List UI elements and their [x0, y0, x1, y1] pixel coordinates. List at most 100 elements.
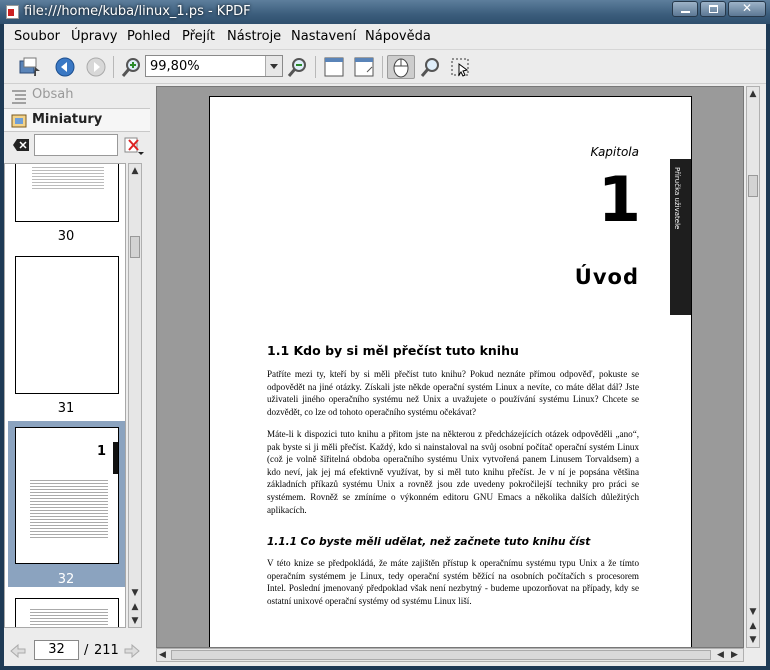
magnifier-icon	[420, 58, 439, 77]
menu-upravy[interactable]: Úpravy	[71, 29, 117, 44]
chapter-number: 1	[597, 163, 641, 236]
page-navigation-bar: 32 / 211	[4, 636, 150, 666]
selection-icon	[451, 58, 469, 77]
contents-icon	[12, 90, 26, 104]
thumbnail-page-31[interactable]	[15, 256, 119, 394]
tab-thumbnails-label: Miniatury	[32, 112, 103, 127]
thumbnail-filter-bar	[4, 132, 150, 160]
scroll-right-icon[interactable]: ▶	[731, 649, 738, 661]
fit-width-button[interactable]	[322, 55, 346, 79]
back-button[interactable]	[53, 55, 77, 79]
thumbnail-filter-input[interactable]	[34, 134, 118, 156]
tab-thumbnails[interactable]: Miniatury	[4, 108, 150, 132]
scroll-down-icon[interactable]: ▼	[747, 633, 759, 647]
thumbnail-text	[30, 480, 108, 540]
next-page-icon[interactable]	[124, 644, 140, 658]
page-separator: /	[84, 643, 89, 658]
subsection-heading: 1.1.1 Co byste měli udělat, než začnete …	[267, 536, 591, 548]
toolbar-separator	[382, 56, 383, 78]
scroll-left-icon[interactable]: ◀	[717, 649, 724, 661]
zoom-in-icon	[121, 58, 140, 77]
menu-pohled[interactable]: Pohled	[127, 29, 170, 44]
arrow-left-icon	[55, 57, 75, 77]
menu-soubor[interactable]: Soubor	[14, 29, 60, 44]
tab-contents[interactable]: Obsah	[4, 84, 150, 108]
menu-nastroje[interactable]: Nástroje	[227, 29, 281, 44]
scroll-thumb[interactable]	[748, 175, 758, 197]
thumbnail-page-32[interactable]: 1	[15, 427, 119, 564]
filter-options-icon[interactable]	[124, 136, 144, 156]
scroll-left-icon[interactable]: ◀	[159, 649, 166, 661]
chevron-down-icon[interactable]	[265, 56, 282, 76]
thumbnail-page-30[interactable]	[15, 164, 119, 222]
zoom-in-button[interactable]	[120, 55, 144, 79]
scroll-up-icon[interactable]: ▲	[129, 600, 141, 614]
thumbnail-page-number: 30	[57, 229, 75, 244]
open-file-icon	[19, 57, 40, 76]
kpdf-app-icon	[6, 5, 19, 19]
menu-nastaveni[interactable]: Nastavení	[291, 29, 356, 44]
close-button[interactable]: ✕	[728, 1, 766, 17]
toolbar-separator	[113, 56, 114, 78]
document-horizontal-scrollbar[interactable]: ◀ ◀ ▶	[156, 648, 744, 662]
previous-page-icon[interactable]	[10, 644, 26, 658]
scroll-up-icon[interactable]: ▲	[747, 619, 759, 633]
window-title: file:///home/kuba/linux_1.ps - KPDF	[24, 4, 251, 19]
chapter-title: Úvod	[574, 265, 639, 289]
menu-napoveda[interactable]: Nápověda	[365, 29, 431, 44]
document-page: Kapitola 1 Příručka uživatele Úvod 1.1 K…	[209, 96, 692, 647]
tab-contents-label: Obsah	[32, 87, 74, 102]
browse-tool-button[interactable]	[387, 55, 415, 79]
menu-prejit[interactable]: Přejít	[182, 29, 215, 44]
toolbar	[4, 50, 766, 84]
document-vertical-scrollbar[interactable]: ▲ ▼ ▲ ▼	[746, 86, 760, 648]
scroll-down-icon[interactable]: ▼	[747, 605, 759, 619]
zoom-tool-button[interactable]	[419, 55, 443, 79]
thumbnail-page-number: 31	[57, 401, 75, 416]
clear-filter-icon[interactable]	[12, 138, 30, 152]
thumbnail-side-tab	[113, 442, 118, 474]
scroll-up-icon[interactable]: ▲	[129, 164, 141, 178]
maximize-icon	[709, 5, 718, 13]
chapter-label: Kapitola	[590, 145, 639, 159]
thumbnail-chapter-number: 1	[96, 444, 106, 459]
scroll-thumb[interactable]	[130, 236, 140, 258]
scroll-up-icon[interactable]: ▲	[747, 87, 759, 101]
zoom-value: 99,80%	[150, 59, 200, 74]
zoom-out-icon	[287, 58, 306, 77]
thumbnail-page-number: 32	[57, 572, 75, 587]
fit-page-icon	[354, 57, 374, 77]
scroll-thumb[interactable]	[171, 650, 711, 660]
fit-page-button[interactable]	[352, 55, 376, 79]
arrow-right-icon	[86, 57, 106, 77]
paragraph: Máte-li k dispozici tuto knihu a přitom …	[267, 429, 639, 515]
toolbar-separator	[315, 56, 316, 78]
open-file-button[interactable]	[18, 55, 42, 79]
paragraph: V této knize se předpokládá, že máte zaj…	[267, 558, 639, 606]
page-canvas: Kapitola 1 Příručka uživatele Úvod 1.1 K…	[156, 86, 744, 648]
select-tool-button[interactable]	[448, 55, 472, 79]
paragraph: Patříte mezi ty, kteří by si měli přečís…	[267, 369, 639, 417]
thumbnail-page-33[interactable]	[15, 598, 119, 627]
thumbnails-icon	[11, 114, 27, 128]
page-number-input[interactable]: 32	[34, 640, 79, 660]
side-tab: Příručka uživatele	[670, 159, 691, 315]
thumbnail-text	[32, 167, 104, 189]
document-viewer: Kapitola 1 Příručka uživatele Úvod 1.1 K…	[150, 84, 766, 666]
fit-width-icon	[324, 57, 344, 77]
zoom-combobox[interactable]: 99,80%	[145, 55, 283, 77]
menu-bar: Soubor Úpravy Pohled Přejít Nástroje Nas…	[4, 24, 766, 50]
minimize-button[interactable]	[672, 1, 698, 17]
maximize-button[interactable]	[700, 1, 726, 17]
thumbnail-scrollbar[interactable]: ▲ ▼ ▲ ▼	[128, 163, 142, 628]
scroll-down-icon[interactable]: ▼	[129, 614, 141, 628]
total-pages: 211	[94, 643, 119, 658]
thumbnail-text	[30, 609, 108, 627]
zoom-out-button[interactable]	[286, 55, 310, 79]
close-icon: ✕	[742, 1, 753, 15]
thumbnail-list: 30 31 1 32	[4, 163, 126, 628]
minimize-icon	[681, 11, 690, 13]
section-heading: 1.1 Kdo by si měl přečíst tuto knihu	[267, 343, 519, 358]
forward-button[interactable]	[84, 55, 108, 79]
scroll-down-icon[interactable]: ▼	[129, 586, 141, 600]
